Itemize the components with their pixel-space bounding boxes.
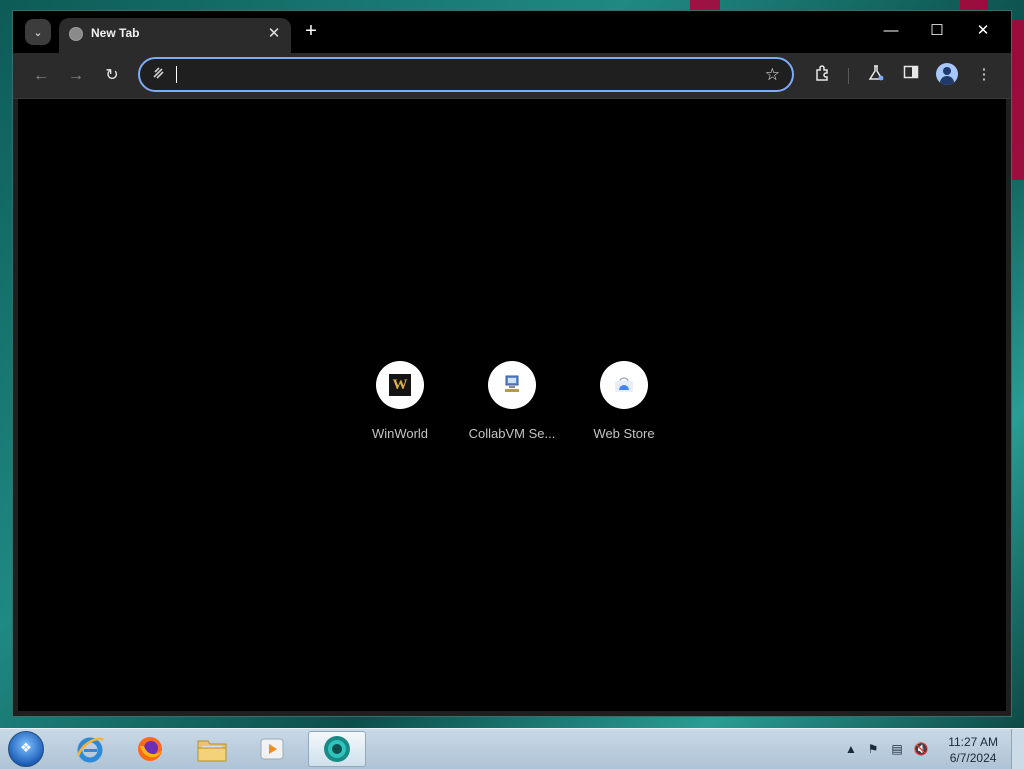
menu-kebab-icon[interactable]: ⋮ — [973, 64, 995, 86]
shortcut-icon-container — [600, 361, 648, 409]
shortcut-winworld[interactable]: W WinWorld — [344, 361, 456, 441]
folder-icon — [197, 740, 227, 762]
shortcut-label: CollabVM Se... — [468, 426, 556, 441]
extensions-icon[interactable] — [812, 64, 834, 86]
action-center-flag-icon[interactable]: ⚑ — [865, 741, 881, 757]
taskbar-media-player[interactable] — [244, 731, 300, 767]
shortcut-icon-container — [488, 361, 536, 409]
chevron-down-icon: ⌄ — [33, 26, 43, 39]
firefox-icon — [138, 737, 162, 761]
clock-time: 11:27 AM — [948, 735, 998, 749]
collabvm-logo-icon — [505, 375, 519, 392]
new-tab-page: W WinWorld CollabVM Se... Web Store — [18, 99, 1006, 711]
tab-close-icon[interactable]: ✕ — [265, 24, 283, 42]
shortcut-label: Web Store — [593, 426, 655, 441]
tab-new-tab[interactable]: New Tab ✕ — [59, 18, 291, 53]
internet-explorer-icon — [76, 737, 104, 763]
reload-button[interactable]: ↻ — [101, 65, 123, 87]
text-caret — [176, 66, 177, 83]
search-engine-icon — [150, 66, 166, 82]
show-desktop-button[interactable] — [1011, 729, 1024, 769]
maximize-button[interactable]: ☐ — [917, 19, 957, 43]
shortcut-icon-container: W — [376, 361, 424, 409]
tab-title: New Tab — [91, 26, 140, 40]
windows-logo-icon: ❖ — [20, 740, 32, 755]
volume-muted-icon[interactable]: 🔇 — [913, 741, 929, 757]
wallpaper-accent — [1012, 20, 1024, 180]
web-store-logo-icon — [615, 377, 633, 392]
system-clock[interactable]: 11:27 AM 6/7/2024 — [948, 734, 998, 766]
taskbar-chrome-canary[interactable] — [308, 731, 366, 767]
clock-date: 6/7/2024 — [949, 751, 997, 765]
winworld-logo-icon: W — [389, 374, 411, 396]
close-window-button[interactable]: ✕ — [963, 19, 1003, 43]
taskbar-file-explorer[interactable] — [184, 731, 240, 767]
new-tab-button[interactable]: + — [300, 21, 322, 41]
wallpaper-accent — [960, 0, 988, 10]
shortcut-web-store[interactable]: Web Store — [568, 361, 680, 441]
address-input[interactable] — [174, 62, 738, 89]
back-button[interactable]: ← — [30, 65, 52, 87]
shortcut-collabvm[interactable]: CollabVM Se... — [456, 361, 568, 441]
address-bar[interactable]: ☆ — [138, 57, 794, 92]
labs-flask-icon[interactable] — [865, 64, 887, 86]
minimize-button[interactable]: — — [871, 19, 911, 43]
tab-search-button[interactable]: ⌄ — [25, 19, 51, 45]
bookmark-star-icon[interactable]: ☆ — [765, 64, 780, 86]
profile-avatar-icon[interactable] — [936, 63, 958, 85]
network-icon[interactable]: ▤ — [889, 741, 905, 757]
browser-window: ⌄ New Tab ✕ + — ☐ ✕ ← → ↻ ☆ ⋮ W WinWorld… — [12, 10, 1012, 717]
taskbar: ❖ ▲ ⚑ ▤ � — [0, 728, 1024, 769]
globe-icon — [69, 27, 83, 41]
taskbar-firefox[interactable] — [122, 731, 178, 767]
forward-button[interactable]: → — [65, 65, 87, 87]
start-button[interactable]: ❖ — [8, 731, 44, 767]
shortcut-label: WinWorld — [371, 426, 429, 441]
title-bar: ⌄ New Tab ✕ + — ☐ ✕ — [13, 11, 1011, 53]
taskbar-internet-explorer[interactable] — [62, 731, 118, 767]
chrome-canary-icon — [324, 736, 350, 762]
media-player-icon — [260, 738, 284, 760]
side-panel-icon[interactable] — [900, 64, 922, 86]
toolbar-divider — [848, 68, 849, 84]
browser-toolbar: ← → ↻ ☆ ⋮ — [13, 53, 1011, 99]
show-hidden-icons-icon[interactable]: ▲ — [843, 741, 859, 757]
wallpaper-accent — [690, 0, 720, 10]
